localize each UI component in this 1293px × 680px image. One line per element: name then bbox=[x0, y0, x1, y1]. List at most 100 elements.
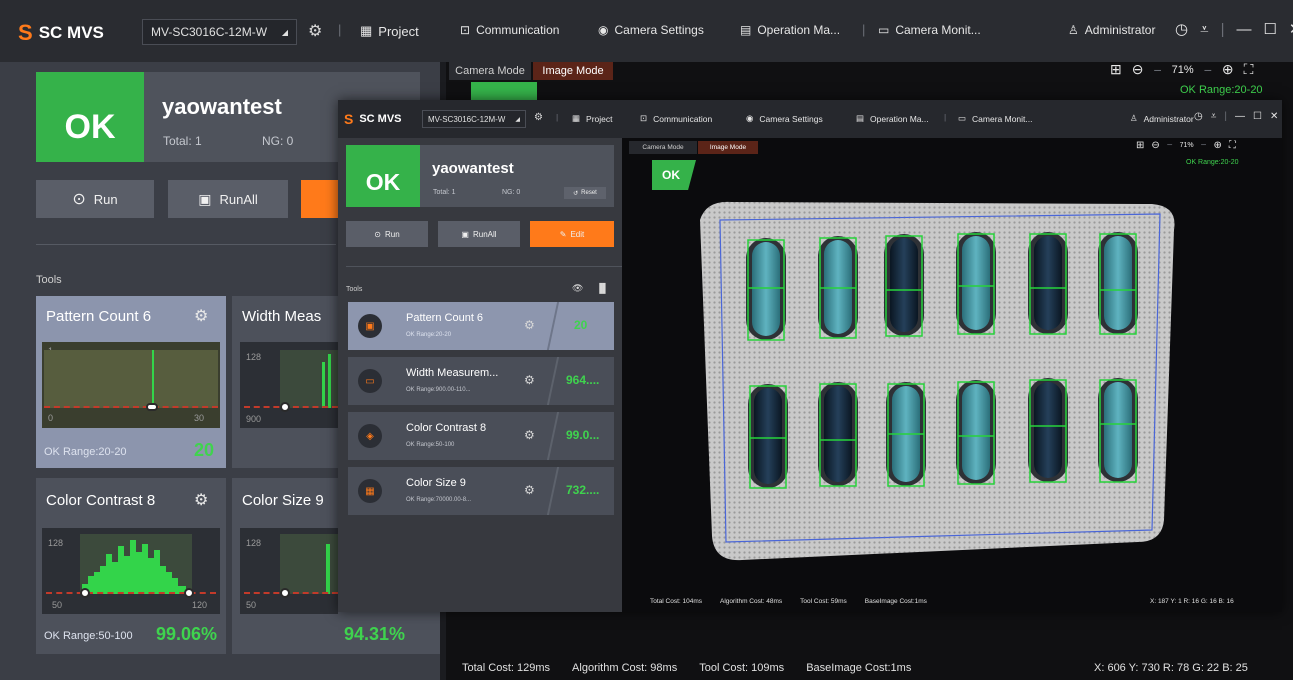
tool-settings-icon[interactable]: ⚙ bbox=[524, 318, 535, 332]
tool-settings-icon[interactable]: ⚙ bbox=[524, 428, 535, 442]
menu-camera-settings[interactable]: ◉ Camera Settings bbox=[598, 23, 704, 37]
user-menu[interactable]: ♙ Administrator bbox=[1068, 23, 1155, 37]
inset-tool-color-contrast[interactable]: ◈ Color Contrast 8 OK Range:50-100 ⚙ 99.… bbox=[348, 412, 614, 460]
eye-icon[interactable]: 👁 bbox=[572, 283, 583, 294]
inset-ok-range-overlay: OK Range:20-20 bbox=[1186, 159, 1239, 166]
reset-label: Reset bbox=[581, 190, 597, 196]
window-controls: ◷ ⩡ | — ☐ ✕ bbox=[1175, 20, 1293, 39]
terminal-icon: ⊡ bbox=[640, 113, 648, 123]
device-settings-icon[interactable]: ⚙ bbox=[308, 21, 322, 41]
device-settings-icon[interactable]: ⚙ bbox=[534, 112, 543, 123]
zoom-in-icon[interactable]: ⊕ bbox=[1222, 61, 1234, 78]
fullscreen-icon[interactable]: ⛶ bbox=[1229, 140, 1236, 151]
device-select[interactable]: MV-SC3016C-12M-W ◢ bbox=[142, 19, 297, 45]
algorithm-cost: Algorithm Cost: 48ms bbox=[720, 598, 783, 605]
range-handle-min[interactable] bbox=[80, 588, 90, 598]
inset-edit-button[interactable]: ✎ Edit bbox=[530, 221, 614, 247]
inset-viewer-toolbar: ⊞ ⊖ − 71% − ⊕ ⛶ bbox=[1136, 140, 1236, 151]
inset-run-button[interactable]: ⊙ Run bbox=[346, 221, 428, 247]
total-count: Total: 1 bbox=[163, 134, 202, 148]
inset-run-all-button[interactable]: ▣ RunAll bbox=[438, 221, 520, 247]
inset-menu-project[interactable]: ▦ Project bbox=[572, 113, 613, 124]
run-all-label: RunAll bbox=[219, 191, 258, 207]
menu-project[interactable]: ▦ Project bbox=[360, 23, 419, 39]
zoom-dash: − bbox=[1200, 140, 1207, 151]
divider: | bbox=[556, 112, 559, 122]
tool-settings-icon[interactable]: ⚙ bbox=[194, 490, 208, 510]
minimize-icon[interactable]: — bbox=[1236, 21, 1251, 38]
inset-menu-camera-settings[interactable]: ◉ Camera Settings bbox=[746, 113, 823, 124]
close-icon[interactable]: ✕ bbox=[1270, 111, 1278, 122]
inset-tab-camera-mode[interactable]: Camera Mode bbox=[629, 141, 697, 154]
logo-text: SC MVS bbox=[359, 113, 402, 125]
menu-camera-monitor[interactable]: ▭ Camera Monit... bbox=[878, 23, 981, 37]
range-handle[interactable] bbox=[280, 588, 290, 598]
inset-device-select[interactable]: MV-SC3016C-12M-W ◢ bbox=[422, 110, 526, 128]
tool-settings-icon[interactable]: ⚙ bbox=[524, 483, 535, 497]
tab-camera-mode[interactable]: Camera Mode bbox=[449, 62, 531, 80]
zoom-in-icon[interactable]: ⊕ bbox=[1213, 140, 1221, 151]
fullscreen-icon[interactable]: ⛶ bbox=[1244, 61, 1254, 78]
tab-image-mode[interactable]: Image Mode bbox=[533, 62, 613, 80]
divider: | bbox=[1220, 20, 1225, 38]
menu-camera-monitor-label: Camera Monit... bbox=[972, 113, 1033, 124]
value-divider bbox=[546, 302, 560, 350]
inset-tool-width[interactable]: ▭ Width Measurem... OK Range:900.00-110.… bbox=[348, 357, 614, 405]
inset-pixel-readout: X: 187 Y: 1 R: 16 G: 16 B: 16 bbox=[1150, 598, 1234, 605]
divider: | bbox=[1224, 111, 1227, 122]
range-handle[interactable] bbox=[146, 403, 158, 411]
zoom-out-icon[interactable]: ⊖ bbox=[1132, 61, 1144, 78]
menu-communication[interactable]: ⊡ Communication bbox=[460, 23, 559, 37]
tool-name: Width Meas bbox=[242, 308, 322, 325]
help-icon[interactable]: ◷ bbox=[1194, 111, 1203, 122]
tool-name: Pattern Count 6 bbox=[406, 312, 484, 324]
tool-settings-icon[interactable]: ⚙ bbox=[194, 306, 208, 326]
inset-menu-camera-monitor[interactable]: ▭ Camera Monit... bbox=[958, 113, 1033, 124]
histogram: 128 50 120 bbox=[42, 528, 220, 614]
inset-tool-color-size[interactable]: ▦ Color Size 9 OK Range:70000.00-8... ⚙ … bbox=[348, 467, 614, 515]
maximize-icon[interactable]: ☐ bbox=[1263, 20, 1276, 38]
inset-menu-communication[interactable]: ⊡ Communication bbox=[640, 113, 712, 124]
run-all-button[interactable]: ▣ RunAll bbox=[168, 180, 288, 218]
run-button[interactable]: ⊙ Run bbox=[36, 180, 154, 218]
maximize-icon[interactable]: ☐ bbox=[1253, 111, 1262, 122]
inset-menu-operation[interactable]: ▤ Operation Ma... bbox=[856, 113, 929, 124]
close-icon[interactable]: ✕ bbox=[1289, 20, 1293, 38]
divider: | bbox=[944, 112, 947, 122]
menu-down-icon[interactable]: ⩡ bbox=[1211, 111, 1217, 122]
tool-settings-icon[interactable]: ⚙ bbox=[524, 373, 535, 387]
inset-user-menu[interactable]: ♙ Administrator bbox=[1130, 113, 1194, 124]
image-fit-icon[interactable]: ⊞ bbox=[1110, 61, 1122, 78]
base-image-cost: BaseImage Cost:1ms bbox=[864, 598, 927, 605]
inset-tool-pattern-count[interactable]: ▣ Pattern Count 6 OK Range:20-20 ⚙ 20 bbox=[348, 302, 614, 350]
contrast-icon: ◈ bbox=[358, 424, 382, 448]
tool-card-pattern-count[interactable]: Pattern Count 6 ⚙ 1 0 30 OK Range:20-20 … bbox=[36, 296, 226, 468]
zoom-out-icon[interactable]: ⊖ bbox=[1151, 140, 1159, 151]
menu-operation[interactable]: ▤ Operation Ma... bbox=[740, 23, 840, 37]
user-name: Administrator bbox=[1084, 23, 1156, 37]
menu-project-label: Project bbox=[378, 23, 419, 39]
inset-window-controls: ◷ ⩡ | — ☐ ✕ bbox=[1194, 111, 1278, 122]
image-fit-icon[interactable]: ⊞ bbox=[1136, 140, 1144, 151]
zoom-level: 71% bbox=[1171, 63, 1194, 76]
inset-tab-image-mode[interactable]: Image Mode bbox=[698, 141, 758, 154]
minimize-icon[interactable]: — bbox=[1235, 111, 1245, 122]
dropdown-corner-icon: ◢ bbox=[281, 27, 288, 37]
user-name: Administrator bbox=[1143, 113, 1194, 124]
help-icon[interactable]: ◷ bbox=[1175, 20, 1188, 38]
bar-chart-icon[interactable]: ▐▌ bbox=[596, 283, 609, 293]
play-box-icon: ▣ bbox=[198, 190, 212, 207]
edit-button[interactable] bbox=[301, 180, 341, 218]
blister-pack-image bbox=[700, 201, 1175, 561]
tool-card-color-contrast[interactable]: Color Contrast 8 ⚙ 128 50 120 OK Range:5… bbox=[36, 478, 226, 654]
range-handle-max[interactable] bbox=[184, 588, 194, 598]
hist-max-label: 120 bbox=[192, 600, 208, 610]
reset-button[interactable]: ↺ Reset bbox=[564, 187, 606, 199]
menu-down-icon[interactable]: ⩡ bbox=[1200, 21, 1208, 38]
tool-card-width[interactable]: Width Meas 128 900 bbox=[232, 296, 338, 468]
dropdown-corner-icon: ◢ bbox=[515, 116, 520, 123]
range-handle[interactable] bbox=[280, 402, 290, 412]
tool-name: Color Size 9 bbox=[406, 477, 466, 489]
device-name: MV-SC3016C-12M-W bbox=[151, 25, 268, 39]
zoom-dash: − bbox=[1203, 61, 1212, 78]
